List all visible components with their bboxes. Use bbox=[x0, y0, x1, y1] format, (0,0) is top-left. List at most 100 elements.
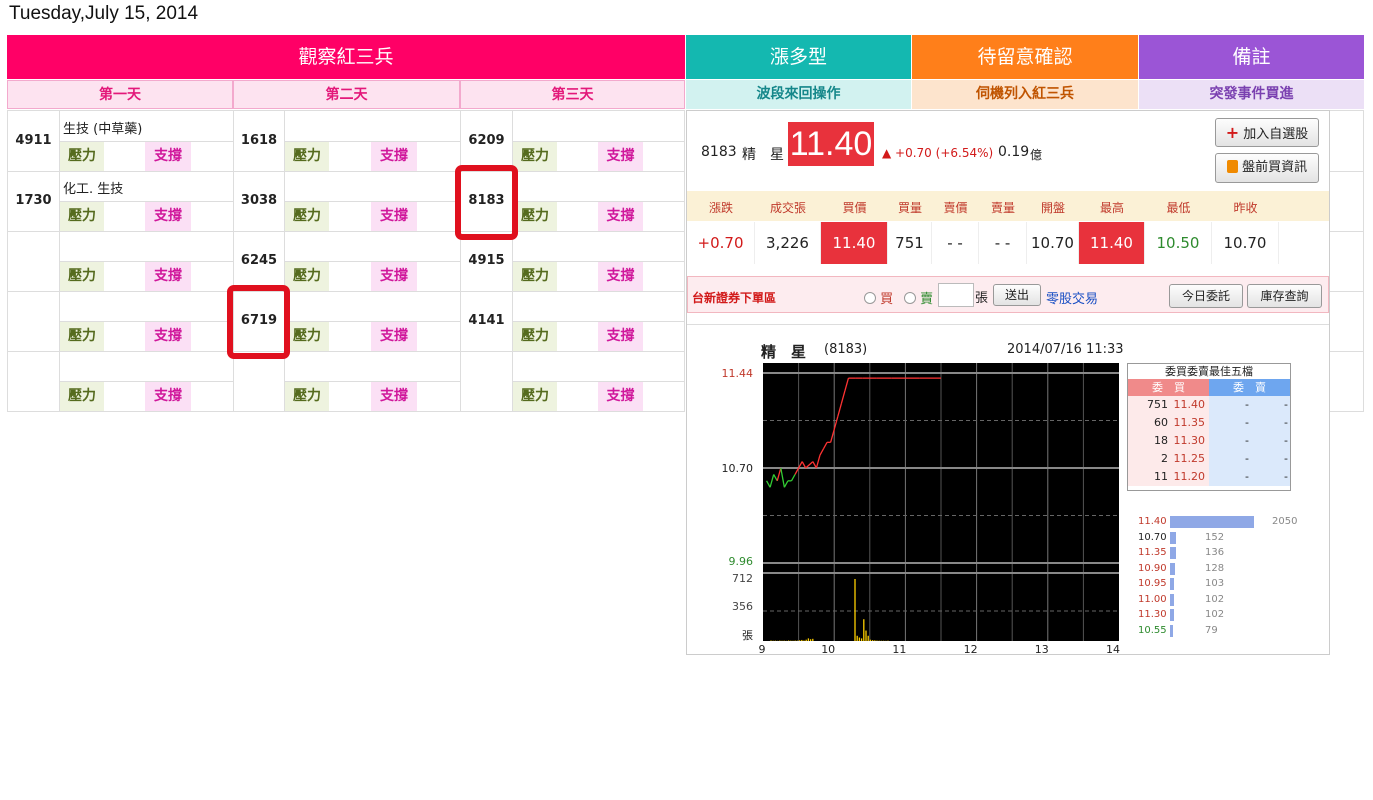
ask-price: - bbox=[1245, 470, 1249, 483]
pressure-button[interactable]: 壓力 bbox=[513, 382, 557, 411]
pressure-button[interactable]: 壓力 bbox=[285, 142, 329, 171]
distribution-row: 11.30 102 bbox=[1135, 608, 1325, 623]
distribution-row: 10.70 152 bbox=[1135, 531, 1325, 546]
quote-col-header: 昨收 bbox=[1233, 201, 1258, 215]
document-icon bbox=[1226, 160, 1238, 173]
support-button[interactable]: 支撐 bbox=[145, 382, 191, 411]
day3-code[interactable]: 4141 bbox=[461, 313, 512, 328]
volume-tick: 356 bbox=[732, 600, 753, 613]
distribution-volume: 79 bbox=[1205, 624, 1218, 636]
ask-qty: - bbox=[1284, 452, 1288, 465]
quote-col-header: 開盤 bbox=[1040, 201, 1065, 215]
support-button[interactable]: 支撐 bbox=[145, 322, 191, 351]
bid-qty: 2 bbox=[1161, 452, 1168, 465]
today-orders-button[interactable]: 今日委託 bbox=[1169, 284, 1243, 308]
volume-tick: 712 bbox=[732, 572, 753, 585]
support-button[interactable]: 支撐 bbox=[145, 142, 191, 171]
quote-col-header: 最高 bbox=[1099, 201, 1124, 215]
premarket-info-button[interactable]: 盤前買資訊 bbox=[1215, 153, 1319, 183]
support-button[interactable]: 支撐 bbox=[598, 142, 643, 171]
submit-order-button[interactable]: 送出 bbox=[993, 284, 1041, 306]
day2-code[interactable]: 1618 bbox=[234, 133, 284, 148]
intraday-chart: 11.44 10.70 9.96 712 356 張9 10 11 12 13 14 bbox=[722, 363, 1120, 655]
quote-name: 精 星 bbox=[742, 147, 784, 163]
support-button[interactable]: 支撐 bbox=[371, 142, 417, 171]
distribution-price: 11.30 bbox=[1138, 609, 1167, 620]
distribution-price: 11.00 bbox=[1138, 593, 1167, 605]
order-book-row: 60 11.35 - - bbox=[1128, 414, 1290, 432]
support-button[interactable]: 支撐 bbox=[145, 262, 191, 291]
buy-radio[interactable]: 買 bbox=[864, 288, 893, 307]
header-rise-type: 漲多型 bbox=[686, 35, 911, 79]
pressure-button[interactable]: 壓力 bbox=[513, 322, 557, 351]
pressure-button[interactable]: 壓力 bbox=[513, 262, 557, 291]
support-button[interactable]: 支撐 bbox=[145, 202, 191, 231]
quote-col-header: 漲跌 bbox=[708, 201, 733, 215]
support-button[interactable]: 支撐 bbox=[598, 322, 643, 351]
pressure-button[interactable]: 壓力 bbox=[285, 202, 329, 231]
quantity-input[interactable] bbox=[938, 283, 974, 307]
subheader-watchlist: 伺機列入紅三兵 bbox=[912, 80, 1138, 109]
quote-col-header: 賣價 bbox=[943, 201, 968, 215]
inventory-query-button[interactable]: 庫存查詢 bbox=[1247, 284, 1322, 308]
ask-price: - bbox=[1245, 398, 1249, 411]
pressure-button[interactable]: 壓力 bbox=[285, 262, 329, 291]
pressure-button[interactable]: 壓力 bbox=[513, 142, 557, 171]
time-tick: 12 bbox=[964, 643, 978, 655]
header-red-three-soldiers: 觀察紅三兵 bbox=[7, 35, 685, 79]
distribution-bar bbox=[1170, 609, 1174, 621]
distribution-price: 10.55 bbox=[1138, 624, 1167, 636]
page-date: Tuesday,July 15, 2014 bbox=[9, 3, 199, 24]
bid-qty: 18 bbox=[1154, 434, 1168, 447]
pressure-button[interactable]: 壓力 bbox=[60, 322, 104, 351]
day1-code[interactable]: 1730 bbox=[8, 193, 59, 208]
day2-code[interactable]: 6245 bbox=[234, 253, 284, 268]
distribution-bar bbox=[1170, 531, 1176, 544]
pressure-button[interactable]: 壓力 bbox=[285, 382, 329, 411]
support-button[interactable]: 支撐 bbox=[371, 262, 417, 291]
bid-qty: 11 bbox=[1154, 470, 1168, 483]
premarket-info-label: 盤前買資訊 bbox=[1242, 160, 1308, 175]
pressure-button[interactable]: 壓力 bbox=[60, 142, 104, 171]
distribution-row: 10.55 79 bbox=[1135, 624, 1325, 639]
add-watchlist-button[interactable]: + 加入自選股 bbox=[1215, 118, 1319, 147]
day3-code[interactable]: 6209 bbox=[461, 133, 512, 148]
pressure-button[interactable]: 壓力 bbox=[285, 322, 329, 351]
day1-code[interactable]: 4911 bbox=[8, 133, 59, 148]
price-tick: 10.70 bbox=[722, 462, 754, 475]
support-button[interactable]: 支撐 bbox=[598, 382, 643, 411]
pressure-button[interactable]: 壓力 bbox=[513, 202, 557, 231]
price-distribution: 11.40 2050 10.70 152 11.35 136 10.90 128… bbox=[1135, 515, 1325, 645]
distribution-price: 11.35 bbox=[1138, 547, 1167, 558]
pressure-button[interactable]: 壓力 bbox=[60, 382, 104, 411]
pressure-button[interactable]: 壓力 bbox=[60, 262, 104, 291]
day2-code[interactable]: 3038 bbox=[234, 193, 284, 208]
radio-icon bbox=[904, 292, 916, 304]
pressure-button[interactable]: 壓力 bbox=[60, 202, 104, 231]
odd-lot-link[interactable]: 零股交易 bbox=[1046, 288, 1098, 307]
distribution-volume: 102 bbox=[1205, 609, 1225, 620]
quote-col-header: 成交張 bbox=[769, 201, 806, 215]
bid-qty: 60 bbox=[1154, 416, 1168, 429]
quote-col-value: 11.40 bbox=[1079, 222, 1145, 264]
support-button[interactable]: 支撐 bbox=[371, 382, 417, 411]
subheader-day1: 第一天 bbox=[7, 80, 233, 109]
distribution-volume: 136 bbox=[1205, 547, 1225, 558]
quote-col-value: 10.70 bbox=[1027, 222, 1079, 264]
day3-code[interactable]: 4915 bbox=[461, 253, 512, 268]
watch-table: 4911 生技 (中草藥) 1730 化工. 生技 1618 3038 6245… bbox=[7, 110, 685, 412]
sell-radio[interactable]: 賣 bbox=[904, 288, 933, 307]
support-button[interactable]: 支撐 bbox=[598, 262, 643, 291]
sell-label: 賣 bbox=[920, 292, 934, 307]
order-book-row: 18 11.30 - - bbox=[1128, 432, 1290, 450]
quote-col-header: 買價 bbox=[842, 201, 867, 215]
ask-price: - bbox=[1245, 452, 1249, 465]
order-book: 委買委賣最佳五檔 委 買 委 賣 751 11.40 - - 60 11.35 … bbox=[1127, 363, 1291, 491]
quote-col-value: - - bbox=[979, 222, 1027, 264]
support-button[interactable]: 支撐 bbox=[371, 202, 417, 231]
support-button[interactable]: 支撐 bbox=[371, 322, 417, 351]
distribution-row: 11.00 102 bbox=[1135, 593, 1325, 608]
distribution-bar bbox=[1170, 547, 1176, 559]
quote-table: 漲跌 成交張 買價 買量 賣價 賣量 開盤 最高 最低 昨收 +0.70 3,226 11.40 751… bbox=[687, 191, 1329, 264]
support-button[interactable]: 支撐 bbox=[598, 202, 643, 231]
